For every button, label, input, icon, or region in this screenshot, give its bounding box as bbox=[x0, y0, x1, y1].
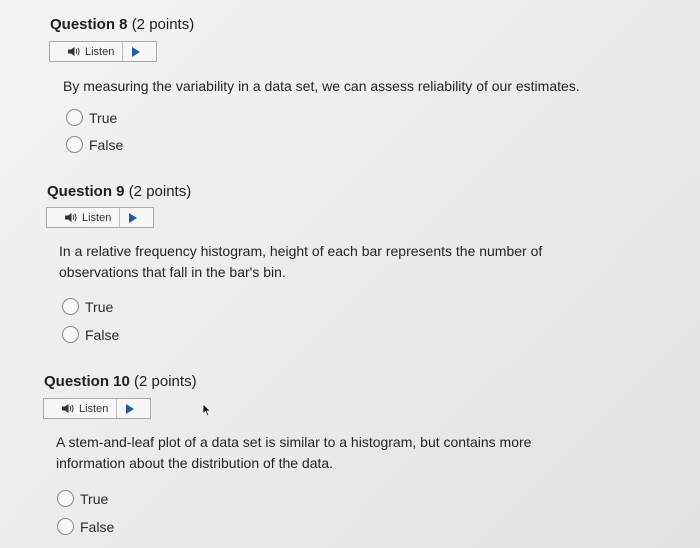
question-points: (2 points) bbox=[134, 373, 197, 390]
question-number: Question 8 bbox=[50, 16, 128, 33]
listen-control: Listen bbox=[46, 207, 154, 228]
option-true[interactable]: True bbox=[57, 490, 108, 507]
question-number: Question 10 bbox=[44, 373, 130, 390]
play-button[interactable] bbox=[117, 399, 143, 418]
question-number: Question 9 bbox=[47, 183, 125, 200]
speaker-icon bbox=[65, 213, 77, 222]
listen-control: Listen bbox=[49, 41, 157, 62]
mouse-pointer-icon bbox=[202, 403, 212, 417]
listen-control: Listen bbox=[43, 398, 151, 419]
option-true[interactable]: True bbox=[66, 109, 117, 126]
option-label: False bbox=[89, 136, 124, 153]
radio-button[interactable] bbox=[66, 109, 83, 126]
option-false[interactable]: False bbox=[62, 326, 119, 343]
radio-button[interactable] bbox=[57, 518, 74, 535]
option-true[interactable]: True bbox=[62, 298, 113, 315]
play-icon bbox=[126, 403, 135, 414]
radio-button[interactable] bbox=[62, 298, 79, 315]
play-button[interactable] bbox=[120, 208, 146, 227]
play-icon bbox=[132, 46, 141, 57]
question-points: (2 points) bbox=[131, 16, 195, 33]
radio-button[interactable] bbox=[62, 326, 79, 343]
speaker-icon bbox=[62, 404, 74, 413]
question-title: Question 8 (2 points) bbox=[50, 16, 194, 33]
question-points: (2 points) bbox=[128, 183, 192, 200]
option-label: False bbox=[80, 518, 115, 535]
listen-label: Listen bbox=[82, 211, 112, 224]
listen-button[interactable]: Listen bbox=[44, 399, 118, 418]
play-icon bbox=[129, 212, 138, 223]
question-text: In a relative frequency histogram, heigh… bbox=[59, 243, 543, 280]
listen-button[interactable]: Listen bbox=[47, 208, 121, 227]
listen-label: Listen bbox=[79, 402, 109, 415]
listen-label: Listen bbox=[85, 45, 115, 58]
option-label: False bbox=[85, 326, 120, 343]
play-button[interactable] bbox=[123, 42, 149, 61]
speaker-icon bbox=[68, 47, 80, 56]
option-label: True bbox=[89, 109, 118, 126]
listen-button[interactable]: Listen bbox=[50, 42, 124, 61]
option-false[interactable]: False bbox=[66, 136, 123, 153]
question-title: Question 10 (2 points) bbox=[44, 373, 197, 390]
question-text: A stem-and-leaf plot of a data set is si… bbox=[56, 434, 532, 471]
option-label: True bbox=[80, 490, 109, 507]
radio-button[interactable] bbox=[57, 490, 74, 507]
option-label: True bbox=[85, 298, 114, 315]
question-text: By measuring the variability in a data s… bbox=[63, 78, 580, 94]
radio-button[interactable] bbox=[66, 136, 83, 153]
option-false[interactable]: False bbox=[57, 518, 114, 535]
question-title: Question 9 (2 points) bbox=[47, 183, 191, 200]
